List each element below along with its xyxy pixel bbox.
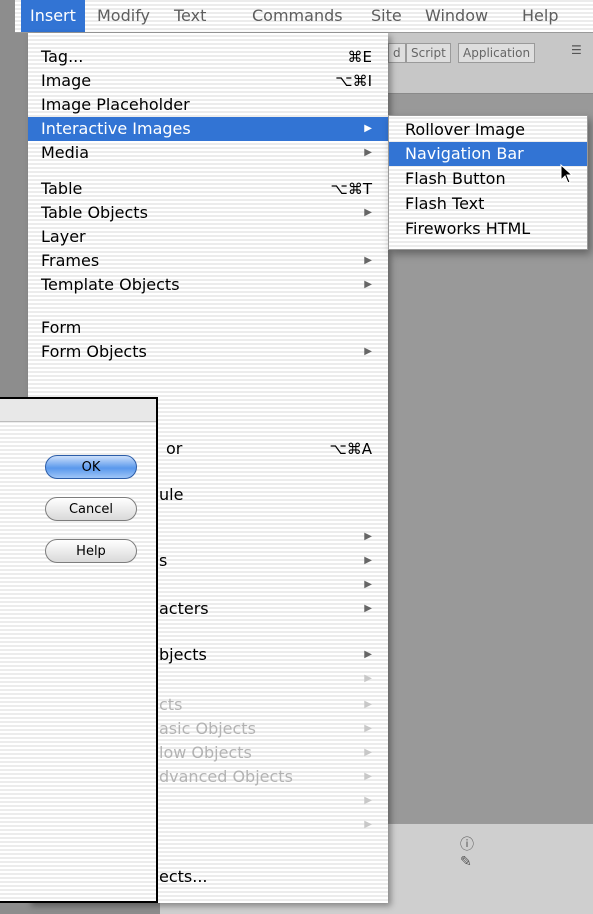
submenu-item-rollover-image[interactable]: Rollover Image — [389, 118, 587, 142]
menu-item-table-objects[interactable]: Table Objects ▶ — [28, 201, 388, 225]
menu-item-media[interactable]: Media ▶ — [28, 141, 388, 165]
menu-commands[interactable]: Commands — [243, 0, 352, 32]
menu-help[interactable]: Help — [513, 0, 567, 32]
dialog-top-bar — [0, 399, 156, 422]
help-button[interactable]: Help — [45, 539, 137, 563]
menu-insert[interactable]: Insert — [21, 0, 85, 32]
edit-icon[interactable]: ✎ — [460, 854, 472, 870]
menu-item-table[interactable]: Table ⌥⌘T — [28, 177, 388, 201]
submenu-item-flash-text[interactable]: Flash Text — [389, 192, 587, 216]
menu-window[interactable]: Window — [416, 0, 497, 32]
cancel-button[interactable]: Cancel — [45, 497, 137, 521]
menu-item-template-objects[interactable]: Template Objects ▶ — [28, 273, 388, 297]
menu-item-form[interactable]: Form — [28, 316, 388, 340]
submenu-item-navigation-bar[interactable]: Navigation Bar — [389, 142, 587, 166]
interactive-images-submenu: Rollover Image Navigation Bar Flash Butt… — [388, 115, 588, 250]
help-icon[interactable]: ⓘ — [460, 834, 474, 854]
panel-options-icon[interactable]: ☰ — [571, 43, 582, 57]
menu-site[interactable]: Site — [362, 0, 411, 32]
menu-text[interactable]: Text — [165, 0, 215, 32]
menu-item-image[interactable]: Image ⌥⌘I — [28, 69, 388, 93]
menu-item-frames[interactable]: Frames ▶ — [28, 249, 388, 273]
tab-application[interactable]: Application — [458, 43, 536, 63]
dialog-window: OK Cancel Help — [0, 397, 158, 903]
menu-item-layer[interactable]: Layer — [28, 225, 388, 249]
submenu-item-flash-button[interactable]: Flash Button — [389, 167, 587, 191]
tab-script[interactable]: Script — [406, 43, 451, 63]
menu-item-tag[interactable]: Tag... ⌘E — [28, 45, 388, 69]
ok-button[interactable]: OK — [45, 455, 137, 479]
menu-item-form-objects[interactable]: Form Objects ▶ — [28, 340, 388, 364]
mouse-pointer-icon — [560, 164, 574, 184]
menu-item-image-placeholder[interactable]: Image Placeholder — [28, 93, 388, 117]
tab-d[interactable]: d — [388, 43, 406, 63]
menu-modify[interactable]: Modify — [88, 0, 159, 32]
submenu-item-fireworks-html[interactable]: Fireworks HTML — [389, 217, 587, 241]
menu-item-interactive-images[interactable]: Interactive Images ▶ — [28, 117, 388, 141]
menu-bar: Insert Modify Text Commands Site Window … — [15, 0, 593, 33]
